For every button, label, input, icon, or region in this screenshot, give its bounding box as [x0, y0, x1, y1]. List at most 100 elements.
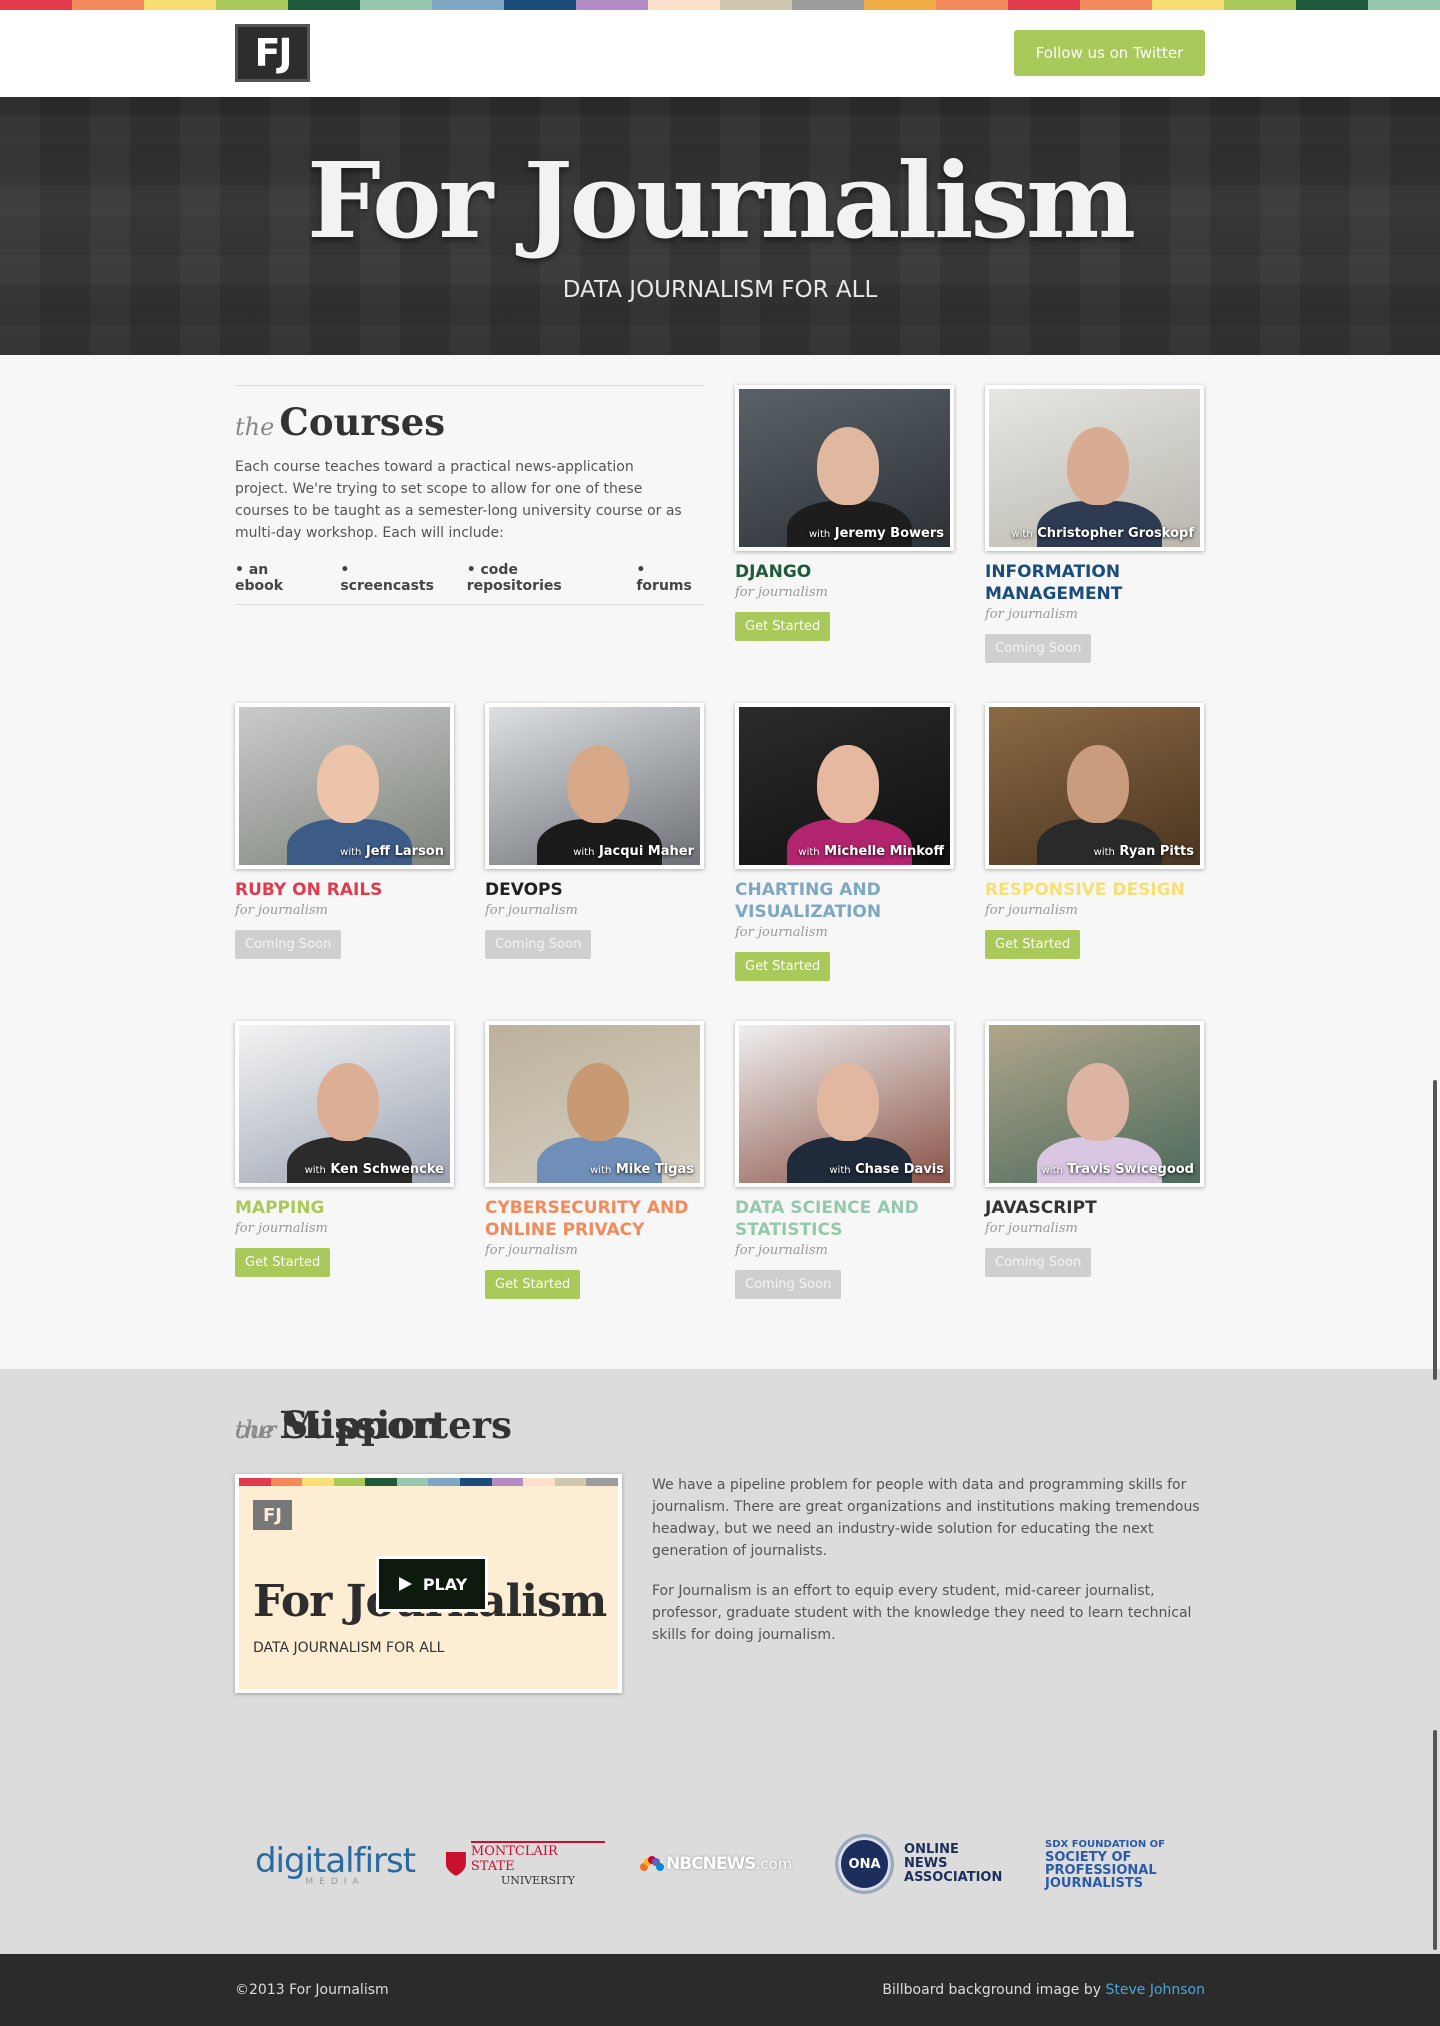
instructor-name: Ken Schwencke: [330, 1162, 444, 1177]
course-title[interactable]: Responsive Design: [985, 879, 1206, 901]
course-title[interactable]: JavaScript: [985, 1197, 1206, 1219]
instructor-name: Ryan Pitts: [1119, 844, 1194, 859]
caption-with: with: [1011, 529, 1033, 540]
course-card: with Jeff Larson Ruby on Rails for journ…: [235, 703, 456, 959]
photo-face: [1067, 745, 1129, 823]
mission-video[interactable]: FJ For Journalism DATA JOURNALISM FOR AL…: [235, 1474, 622, 1693]
site-logo[interactable]: FJ: [235, 24, 310, 82]
play-button[interactable]: PLAY: [376, 1556, 488, 1612]
coming-soon-button[interactable]: Coming Soon: [485, 930, 592, 959]
courses-heading-title: Courses: [279, 400, 446, 444]
course-title[interactable]: DevOps: [485, 879, 706, 901]
caption-with: with: [1041, 1165, 1063, 1176]
spj-logo[interactable]: SDX FOUNDATION OF SOCIETY OF PROFESSIONA…: [1045, 1829, 1185, 1899]
scrollbar-thumb[interactable]: [1433, 1080, 1437, 1380]
caption-with: with: [809, 529, 831, 540]
stripe-segment: [302, 1478, 334, 1486]
courses-intro: the Courses Each course teaches toward a…: [235, 385, 705, 605]
course-title[interactable]: Ruby on Rails: [235, 879, 456, 901]
instructor-name: Jacqui Maher: [598, 844, 694, 859]
instructor-photo[interactable]: with Travis Swicegood: [985, 1021, 1204, 1187]
instructor-photo[interactable]: with Ken Schwencke: [235, 1021, 454, 1187]
instructor-photo[interactable]: with Chase Davis: [735, 1021, 954, 1187]
instructor-caption: with Michelle Minkoff: [798, 844, 944, 859]
course-title[interactable]: Data Science and Statistics: [735, 1197, 956, 1241]
course-title[interactable]: Cybersecurity and Online Privacy: [485, 1197, 706, 1241]
get-started-button[interactable]: Get Started: [485, 1270, 581, 1299]
courses-description: Each course teaches toward a practical n…: [235, 459, 682, 541]
stripe-segment: [288, 0, 360, 10]
get-started-button[interactable]: Get Started: [235, 1248, 331, 1277]
ona-badge: ONA: [835, 1834, 895, 1894]
instructor-caption: with Chase Davis: [829, 1162, 944, 1177]
spj-logo-line: JOURNALISTS: [1045, 1876, 1144, 1891]
caption-with: with: [304, 1165, 326, 1176]
dfm-logo-main: digitalfirst: [254, 1841, 416, 1881]
get-started-button[interactable]: Get Started: [985, 930, 1081, 959]
get-started-button[interactable]: Get Started: [735, 952, 831, 981]
instructor-caption: with Jacqui Maher: [573, 844, 694, 859]
instructor-photo[interactable]: with Jeremy Bowers: [735, 385, 954, 551]
supporters-heading-prefix: our: [235, 1416, 277, 1444]
coming-soon-button[interactable]: Coming Soon: [735, 1270, 842, 1299]
mission-section: the Mission FJ For Journalism DATA JOURN…: [0, 1369, 1440, 1954]
courses-heading-prefix: the: [235, 413, 275, 441]
course-card: with Ryan Pitts Responsive Design for jo…: [985, 703, 1206, 959]
coming-soon-button[interactable]: Coming Soon: [235, 930, 342, 959]
stripe-segment: [1296, 0, 1368, 10]
instructor-photo[interactable]: with Jeff Larson: [235, 703, 454, 869]
course-card: with Chase Davis Data Science and Statis…: [735, 1021, 956, 1299]
stripe-segment: [1368, 0, 1440, 10]
photo-face: [1067, 427, 1129, 505]
course-title[interactable]: Information Management: [985, 561, 1206, 605]
play-label: PLAY: [422, 1574, 468, 1594]
course-title[interactable]: Mapping: [235, 1197, 456, 1219]
instructor-name: Jeremy Bowers: [834, 526, 944, 541]
instructor-photo[interactable]: with Jacqui Maher: [485, 703, 704, 869]
photo-face: [567, 745, 629, 823]
stripe-segment: [1008, 0, 1080, 10]
stripe-segment: [576, 0, 648, 10]
stripe-segment: [792, 0, 864, 10]
photo-face: [817, 427, 879, 505]
follow-twitter-button[interactable]: Follow us on Twitter: [1014, 30, 1205, 76]
coming-soon-button[interactable]: Coming Soon: [985, 1248, 1092, 1277]
montclair-state-logo[interactable]: MONTCLAIR STATE UNIVERSITY: [445, 1829, 605, 1899]
courses-heading: the Courses: [235, 400, 445, 444]
stripe-segment: [491, 1478, 524, 1486]
site-header: FJ Follow us on Twitter: [0, 10, 1440, 97]
instructor-name: Travis Swicegood: [1067, 1162, 1194, 1177]
digital-first-media-logo[interactable]: digitalfirst MEDIA: [254, 1829, 416, 1899]
caption-with: with: [798, 847, 820, 858]
ona-logo[interactable]: ONA ONLINE NEWS ASSOCIATION: [835, 1829, 1005, 1899]
get-started-button[interactable]: Get Started: [735, 612, 831, 641]
course-subtitle: for journalism: [235, 1221, 328, 1236]
stripe-segment: [216, 0, 288, 10]
course-title[interactable]: Charting and Visualization: [735, 879, 956, 923]
course-title[interactable]: Django: [735, 561, 956, 583]
instructor-photo[interactable]: with Christopher Groskopf: [985, 385, 1204, 551]
include-item: • screencasts: [340, 562, 434, 594]
instructor-caption: with Ken Schwencke: [305, 1162, 444, 1177]
supporters-logos: digitalfirst MEDIA MONTCLAIR STATE UNIVE…: [250, 1829, 1190, 1899]
course-card: with Christopher Groskopf Information Ma…: [985, 385, 1206, 663]
stripe-segment: [1152, 0, 1224, 10]
photo-face: [317, 1063, 379, 1141]
course-card: with Travis Swicegood JavaScript for jou…: [985, 1021, 1206, 1277]
video-logo: FJ: [253, 1500, 292, 1530]
video-subtitle: DATA JOURNALISM FOR ALL: [253, 1640, 445, 1656]
stripe-segment: [365, 1478, 397, 1486]
nbc-news-logo[interactable]: NBCNEWS .com: [640, 1829, 800, 1899]
coming-soon-button[interactable]: Coming Soon: [985, 634, 1092, 663]
instructor-name: Mike Tigas: [615, 1162, 694, 1177]
instructor-name: Chase Davis: [855, 1162, 944, 1177]
scrollbar-thumb[interactable]: [1433, 1730, 1437, 1950]
instructor-photo[interactable]: with Ryan Pitts: [985, 703, 1204, 869]
mission-paragraph: We have a pipeline problem for people wi…: [652, 1477, 1200, 1559]
course-subtitle: for journalism: [735, 925, 828, 940]
credit-link[interactable]: Steve Johnson: [1105, 1982, 1205, 1998]
instructor-photo[interactable]: with Michelle Minkoff: [735, 703, 954, 869]
instructor-photo[interactable]: with Mike Tigas: [485, 1021, 704, 1187]
color-stripe: [0, 0, 1440, 10]
instructor-caption: with Mike Tigas: [590, 1162, 694, 1177]
